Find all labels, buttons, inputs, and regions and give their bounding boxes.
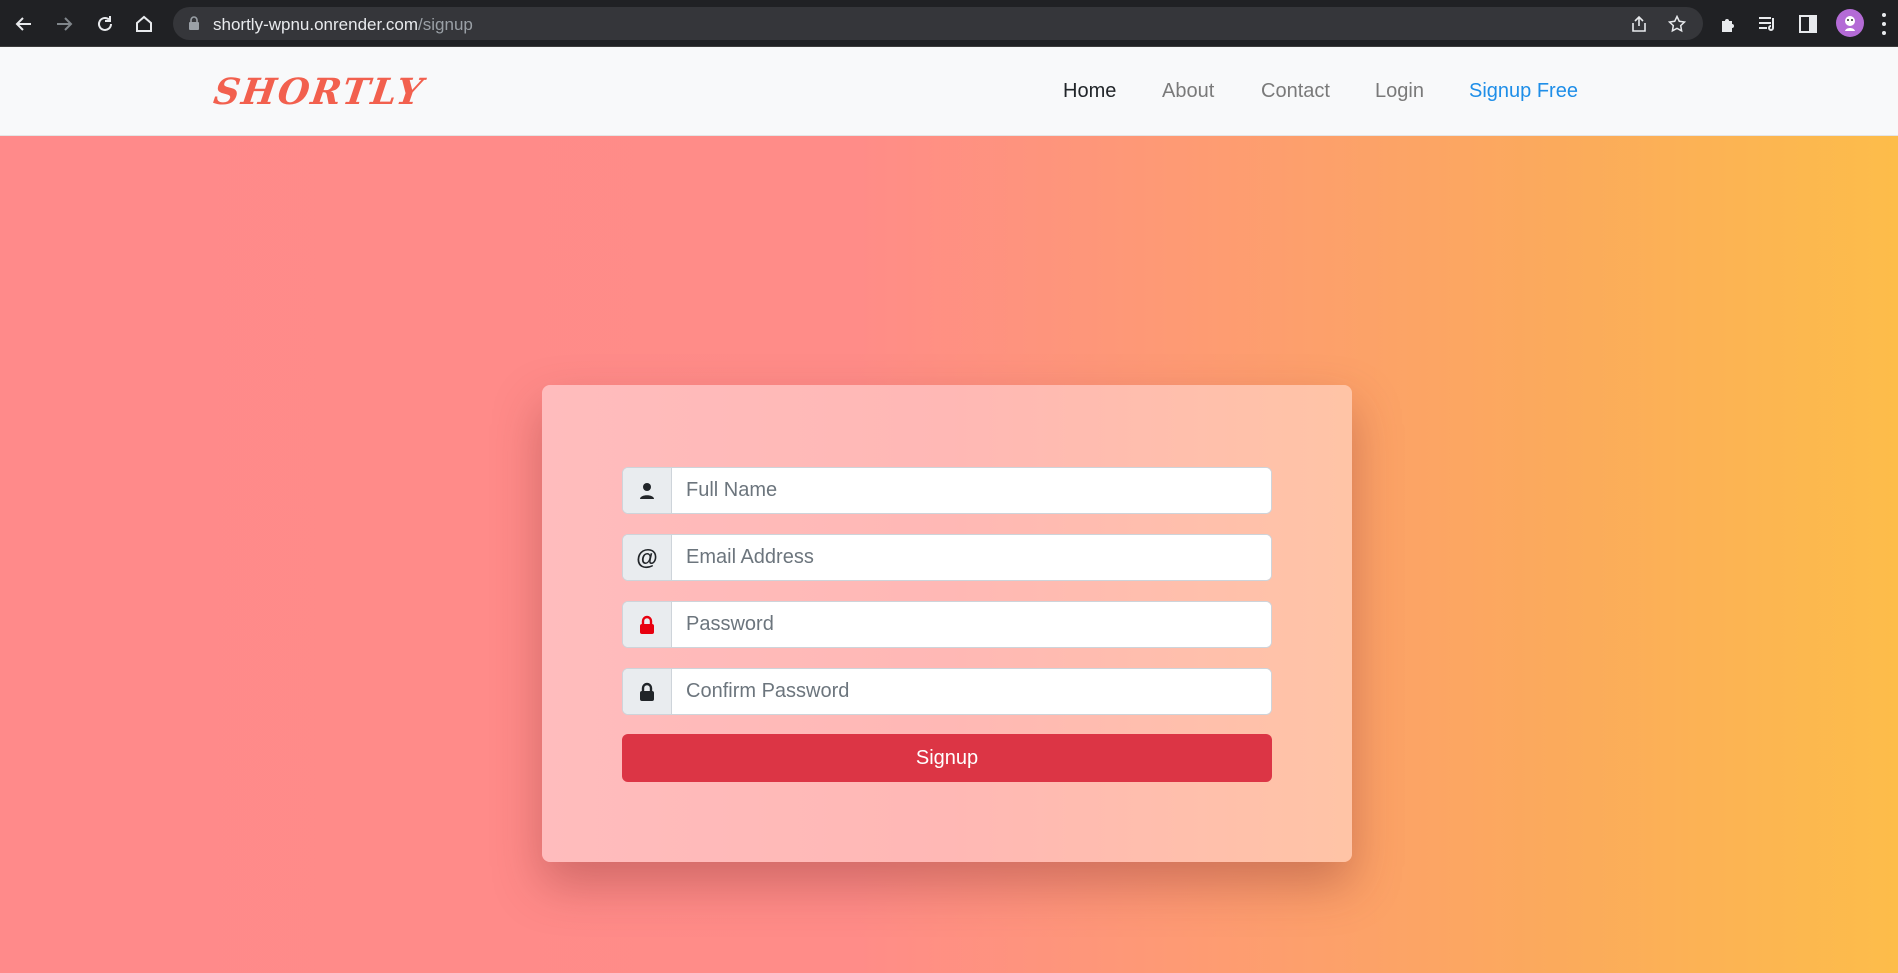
reload-icon <box>98 16 112 31</box>
media-playlist-icon[interactable] <box>1757 13 1779 35</box>
nav-home[interactable]: Home <box>1063 80 1116 103</box>
address-bar[interactable]: shortly-wpnu.onrender.com/signup <box>173 7 1703 40</box>
lock-icon <box>640 682 654 701</box>
arrow-right-icon <box>57 17 73 31</box>
password-input[interactable] <box>672 602 1271 647</box>
brand-logo[interactable]: SHORTLY <box>211 71 427 113</box>
full-name-input[interactable] <box>672 468 1271 513</box>
signup-card: @ Signup <box>542 385 1352 862</box>
nav-signup-free[interactable]: Signup Free <box>1469 80 1578 103</box>
nav-login[interactable]: Login <box>1375 80 1424 103</box>
reload-button[interactable] <box>92 11 118 37</box>
avatar-icon <box>1845 16 1855 31</box>
site-navbar: SHORTLY Home About Contact Login Signup … <box>0 47 1898 136</box>
home-icon <box>136 15 152 32</box>
lock-icon <box>640 615 654 634</box>
browser-toolbar: shortly-wpnu.onrender.com/signup <box>0 0 1898 47</box>
confirm-password-addon <box>623 669 672 714</box>
full-name-addon <box>623 468 672 513</box>
share-icon[interactable] <box>1630 15 1648 33</box>
hero-section: @ Signup <box>0 136 1898 973</box>
url-path: /signup <box>418 15 473 34</box>
confirm-password-group <box>622 668 1272 715</box>
email-input[interactable] <box>672 535 1271 580</box>
password-addon <box>623 602 672 647</box>
url-host: shortly-wpnu.onrender.com <box>213 15 419 34</box>
nav-about[interactable]: About <box>1162 80 1214 103</box>
nav-contact[interactable]: Contact <box>1261 80 1330 103</box>
side-panel-icon[interactable] <box>1797 13 1819 35</box>
email-group: @ <box>622 534 1272 581</box>
home-button[interactable] <box>131 11 157 37</box>
bookmark-star-icon[interactable] <box>1668 15 1686 33</box>
lock-icon <box>189 16 199 30</box>
signup-button[interactable]: Signup <box>622 734 1272 782</box>
confirm-password-input[interactable] <box>672 669 1271 714</box>
at-icon: @ <box>636 544 658 570</box>
user-icon <box>640 482 654 499</box>
email-addon: @ <box>623 535 672 580</box>
extensions-puzzle-icon[interactable] <box>1718 13 1740 35</box>
url-text: shortly-wpnu.onrender.com/signup <box>213 15 473 35</box>
full-name-group <box>622 467 1272 514</box>
forward-button[interactable] <box>51 11 77 37</box>
browser-menu-icon[interactable] <box>1880 13 1888 35</box>
back-button[interactable] <box>11 11 37 37</box>
arrow-left-icon <box>15 17 31 31</box>
password-group <box>622 601 1272 648</box>
profile-avatar[interactable] <box>1836 9 1864 37</box>
